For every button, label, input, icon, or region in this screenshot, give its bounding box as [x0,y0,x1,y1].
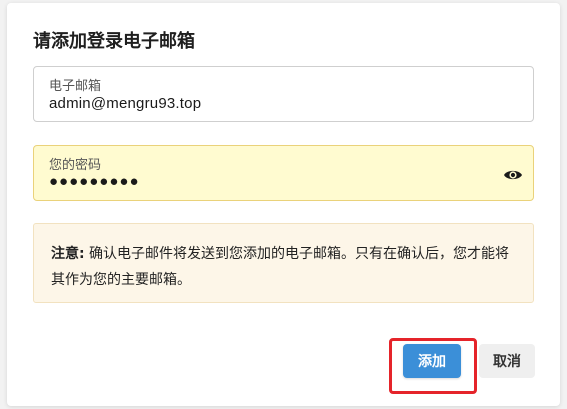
dialog-title: 请添加登录电子邮箱 [33,31,195,52]
email-field[interactable]: 电子邮箱 admin@mengru93.top [33,66,534,122]
cancel-button[interactable]: 取消 [479,344,535,378]
add-email-dialog: 请添加登录电子邮箱 电子邮箱 admin@mengru93.top 您的密码 ●… [7,3,560,406]
notice-prefix: 注意: [51,246,85,262]
notice-box: 注意: 确认电子邮件将发送到您添加的电子邮箱。只有在确认后，您才能将其作为您的主… [33,223,534,303]
password-field-value[interactable]: ●●●●●●●●● [49,173,140,190]
add-button[interactable]: 添加 [403,344,461,378]
eye-icon[interactable] [503,167,523,181]
email-field-value[interactable]: admin@mengru93.top [49,95,201,112]
email-field-label: 电子邮箱 [49,79,102,94]
password-field[interactable]: 您的密码 ●●●●●●●●● [33,145,534,201]
notice-text: 确认电子邮件将发送到您添加的电子邮箱。只有在确认后，您才能将其作为您的主要邮箱。 [51,246,510,288]
password-field-label: 您的密码 [49,158,102,173]
